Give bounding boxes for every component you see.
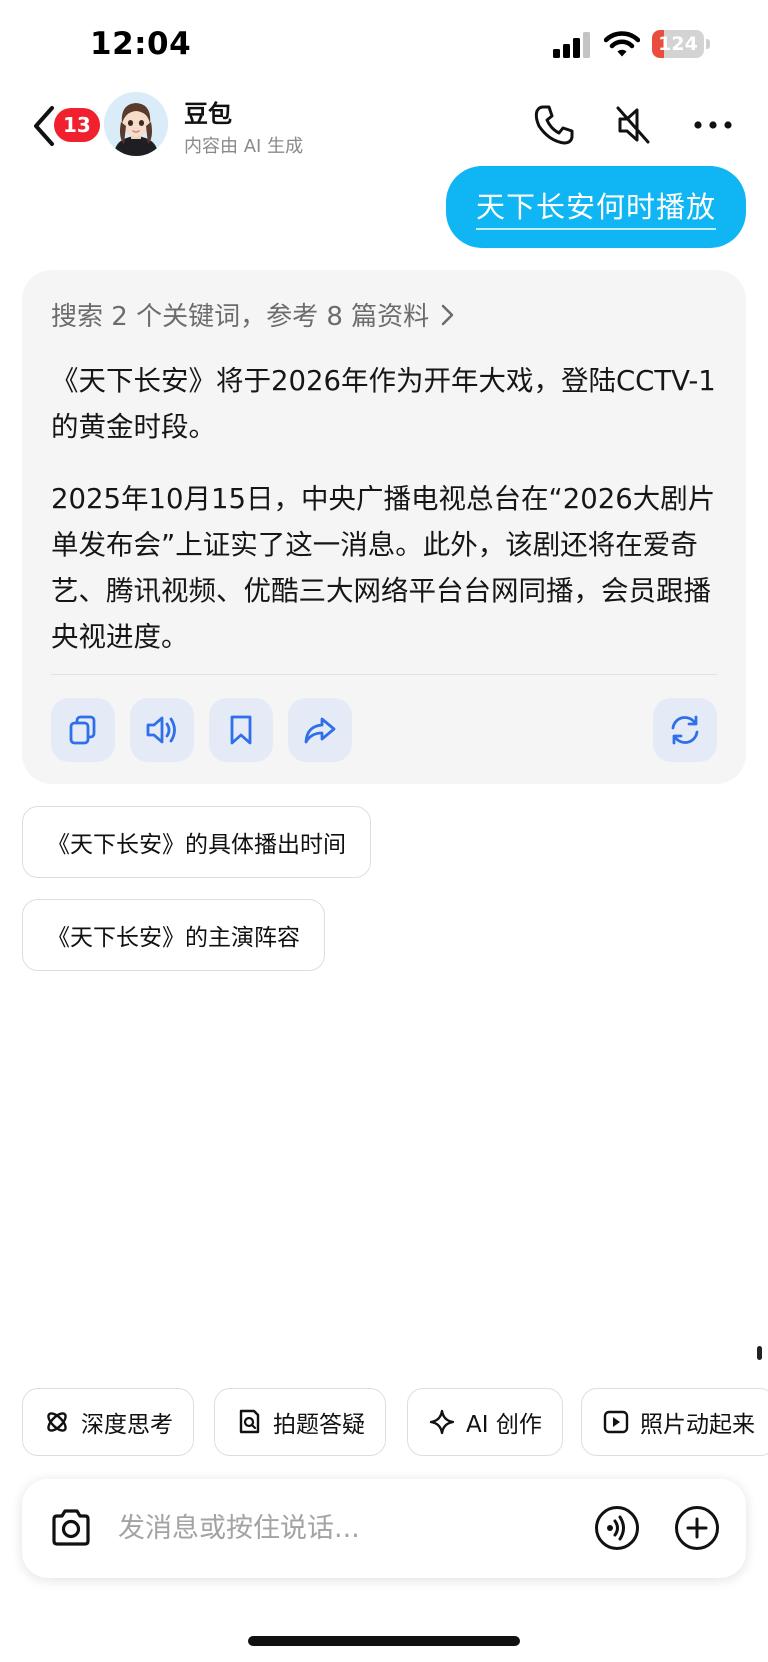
- ai-answer-card: 搜索 2 个关键词，参考 8 篇资料 《天下长安》将于2026年作为开年大戏，登…: [22, 270, 746, 784]
- tool-label: 拍题答疑: [273, 1412, 365, 1438]
- mute-speaker-icon[interactable]: [610, 102, 656, 148]
- play-icon: [603, 1410, 629, 1434]
- status-time: 12:04: [90, 26, 192, 62]
- avatar-icon: [104, 92, 168, 156]
- speaker-icon: [146, 716, 176, 744]
- message-composer: [22, 1479, 746, 1578]
- camera-icon[interactable]: [48, 1505, 94, 1551]
- share-button[interactable]: [288, 698, 352, 762]
- more-icon[interactable]: [690, 102, 736, 148]
- ai-create-button[interactable]: AI 创作: [407, 1388, 563, 1456]
- search-summary: 搜索 2 个关键词，参考 8 篇资料: [51, 302, 430, 332]
- atom-icon: [47, 1412, 67, 1432]
- avatar[interactable]: [104, 92, 168, 156]
- answer-paragraph: 2025年10月15日，中央广播电视总台在“2026大剧片单发布会”上证实了这一…: [51, 483, 716, 653]
- wifi-icon: [604, 31, 640, 57]
- read-aloud-button[interactable]: [130, 698, 194, 762]
- cellular-signal-icon: [553, 32, 590, 58]
- divider: [51, 674, 717, 675]
- message-input[interactable]: [118, 1499, 518, 1557]
- suggested-question[interactable]: 《天下长安》的具体播出时间: [22, 806, 371, 878]
- voice-call-icon[interactable]: [594, 1505, 640, 1551]
- chat-header: 13 豆包 内容由 AI 生成: [0, 90, 768, 162]
- tool-label: 深度思考: [81, 1412, 173, 1438]
- copy-icon: [69, 715, 96, 745]
- plus-icon[interactable]: [674, 1505, 720, 1551]
- ai-disclaimer: 内容由 AI 生成: [184, 136, 304, 157]
- doc-search-icon: [239, 1409, 260, 1434]
- copy-button[interactable]: [51, 698, 115, 762]
- share-icon: [304, 717, 336, 744]
- tool-label: AI 创作: [466, 1412, 542, 1438]
- status-bar: 12:04 124: [0, 0, 768, 90]
- phone-icon[interactable]: [531, 102, 577, 148]
- scrollbar[interactable]: [757, 1346, 762, 1360]
- chevron-right-icon: [441, 304, 454, 325]
- deep-thinking-button[interactable]: 深度思考: [22, 1388, 194, 1456]
- user-message-bubble[interactable]: 天下长安何时播放: [445, 166, 746, 248]
- regenerate-button[interactable]: [653, 698, 717, 762]
- answer-paragraph: 《天下长安》将于2026年作为开年大戏，登陆CCTV-1的黄金时段。: [51, 365, 716, 443]
- bookmark-icon: [230, 715, 252, 745]
- user-message-text[interactable]: 天下长安何时播放: [475, 184, 716, 230]
- home-indicator[interactable]: [248, 1636, 520, 1646]
- battery-level: 124: [658, 33, 698, 55]
- bot-name: 豆包: [184, 100, 232, 128]
- suggested-question[interactable]: 《天下长安》的主演阵容: [22, 899, 325, 971]
- unread-badge[interactable]: 13: [54, 108, 100, 142]
- bookmark-button[interactable]: [209, 698, 273, 762]
- search-references-link[interactable]: 搜索 2 个关键词，参考 8 篇资料: [51, 296, 457, 333]
- regenerate-icon: [671, 715, 699, 745]
- tool-label: 照片动起来: [640, 1412, 755, 1438]
- animate-photo-button[interactable]: 照片动起来: [581, 1388, 768, 1456]
- photo-question-button[interactable]: 拍题答疑: [214, 1388, 386, 1456]
- battery-indicator: 124: [652, 30, 710, 58]
- sparkle-icon: [429, 1409, 455, 1435]
